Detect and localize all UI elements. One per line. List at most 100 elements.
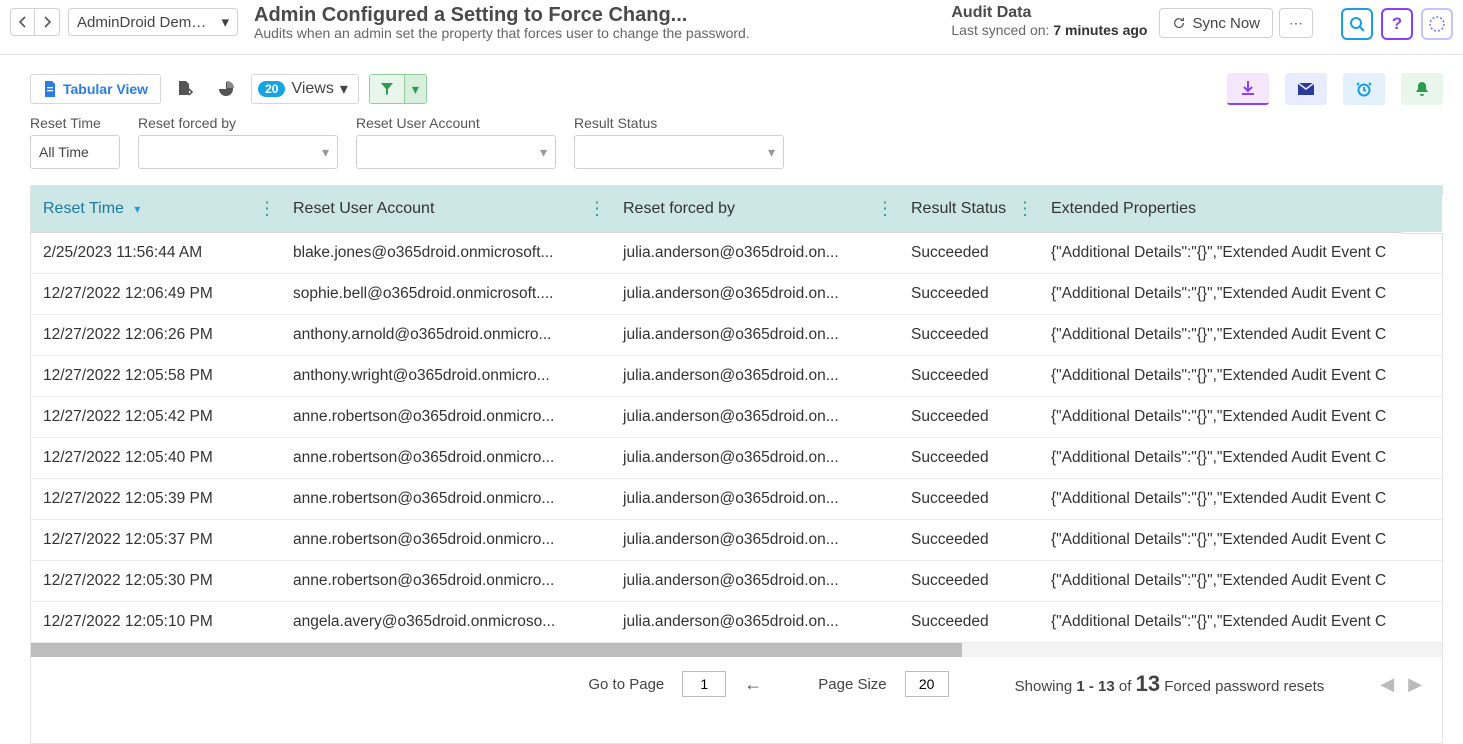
table-row[interactable]: 12/27/2022 12:06:26 PManthony.arnold@o36…: [31, 315, 1442, 356]
table-row[interactable]: 12/27/2022 12:05:10 PMangela.avery@o365d…: [31, 602, 1442, 643]
cell-ext: {"Additional Details":"{}","Extended Aud…: [1039, 438, 1442, 479]
table-row[interactable]: 12/27/2022 12:05:40 PManne.robertson@o36…: [31, 438, 1442, 479]
toolbar: Tabular View 20 Views ▾ ▾: [30, 73, 1443, 105]
page-title-block: Admin Configured a Setting to Force Chan…: [254, 4, 931, 41]
col-menu-button[interactable]: ⋮: [588, 199, 605, 220]
pager-arrows: ◀ ▶: [1380, 674, 1422, 695]
more-actions-button[interactable]: ⋯: [1279, 8, 1313, 38]
mail-icon: [1297, 82, 1315, 96]
col-header-reset-user[interactable]: Reset User Account ⋮: [281, 186, 611, 233]
cell-time: 12/27/2022 12:05:30 PM: [31, 561, 281, 602]
filter-user-account-dropdown[interactable]: ▾: [356, 135, 556, 169]
cell-time: 2/25/2023 11:56:44 AM: [31, 233, 281, 274]
pagesize-input[interactable]: [905, 671, 949, 697]
showing-suffix: Forced password resets: [1160, 678, 1324, 695]
scrollbar-thumb[interactable]: [31, 643, 962, 657]
filter-button[interactable]: [370, 75, 404, 103]
prev-page-button[interactable]: ◀: [1380, 674, 1394, 695]
views-label: Views: [291, 80, 333, 98]
filter-forced-by: Reset forced by ▾: [138, 115, 338, 169]
views-count-badge: 20: [258, 81, 285, 97]
filters-row: Reset Time All Time Reset forced by ▾ Re…: [30, 115, 1443, 169]
caret-down-icon: ▾: [412, 81, 419, 98]
chevron-right-icon: [42, 16, 52, 28]
table-row[interactable]: 12/27/2022 12:05:37 PManne.robertson@o36…: [31, 520, 1442, 561]
col-menu-button[interactable]: ⋮: [876, 199, 893, 220]
header-help-button[interactable]: ?: [1381, 8, 1413, 40]
goto-page-label: Go to Page: [588, 676, 664, 693]
sort-desc-icon: ▾: [134, 202, 140, 216]
header-search-button[interactable]: [1341, 8, 1373, 40]
cell-by: julia.anderson@o365droid.on...: [611, 356, 899, 397]
table-header-row: Reset Time ▾ ⋮ Reset User Account ⋮ Rese…: [31, 186, 1442, 233]
tabular-view-button[interactable]: Tabular View: [30, 74, 161, 104]
export-icon: [177, 81, 195, 97]
cell-by: julia.anderson@o365droid.on...: [611, 520, 899, 561]
cell-time: 12/27/2022 12:05:37 PM: [31, 520, 281, 561]
table-row[interactable]: 12/27/2022 12:05:58 PManthony.wright@o36…: [31, 356, 1442, 397]
export-button[interactable]: [171, 74, 201, 104]
audit-data-block: Audit Data Last synced on: 7 minutes ago: [951, 4, 1147, 38]
table-row[interactable]: 12/27/2022 12:05:39 PManne.robertson@o36…: [31, 479, 1442, 520]
col-header-forced-by[interactable]: Reset forced by ⋮: [611, 186, 899, 233]
chart-view-button[interactable]: [211, 74, 241, 104]
showing-total: 13: [1136, 671, 1160, 696]
cell-time: 12/27/2022 12:05:40 PM: [31, 438, 281, 479]
table-row[interactable]: 2/25/2023 11:56:44 AMblake.jones@o365dro…: [31, 233, 1442, 274]
header-ai-button[interactable]: [1421, 8, 1453, 40]
page-title: Admin Configured a Setting to Force Chan…: [254, 4, 931, 27]
next-page-button[interactable]: ▶: [1408, 674, 1422, 695]
bell-icon: [1415, 81, 1429, 97]
alert-button[interactable]: [1401, 73, 1443, 105]
col-header-extended[interactable]: Extended Properties: [1039, 186, 1442, 233]
cell-status: Succeeded: [899, 274, 1039, 315]
showing-text: Showing 1 - 13 of 13 Forced password res…: [1015, 671, 1325, 697]
cell-status: Succeeded: [899, 602, 1039, 643]
filter-reset-time-label: Reset Time: [30, 115, 120, 131]
col-header-result-status[interactable]: Result Status ⋮: [899, 186, 1039, 233]
goto-page-submit[interactable]: ←: [744, 674, 762, 695]
col-header-result-status-label: Result Status: [911, 200, 1006, 217]
caret-down-icon: ▾: [221, 13, 229, 31]
filter-dropdown-button[interactable]: ▾: [404, 75, 426, 103]
showing-range: 1 - 13: [1076, 678, 1114, 695]
filter-forced-by-dropdown[interactable]: ▾: [138, 135, 338, 169]
cell-status: Succeeded: [899, 479, 1039, 520]
caret-down-icon: ▾: [540, 144, 547, 161]
download-button[interactable]: [1227, 73, 1269, 105]
table-footer: Go to Page ← Page Size Showing 1 - 13 of…: [31, 657, 1442, 707]
nav-back-button[interactable]: [11, 9, 35, 35]
audit-data-title: Audit Data: [951, 4, 1147, 22]
cell-status: Succeeded: [899, 233, 1039, 274]
cell-ext: {"Additional Details":"{}","Extended Aud…: [1039, 356, 1442, 397]
cell-by: julia.anderson@o365droid.on...: [611, 602, 899, 643]
col-menu-button[interactable]: ⋮: [258, 199, 275, 220]
table-row[interactable]: 12/27/2022 12:06:49 PMsophie.bell@o365dr…: [31, 274, 1442, 315]
pagesize-label: Page Size: [818, 676, 886, 693]
nav-forward-button[interactable]: [35, 9, 59, 35]
sync-now-button[interactable]: Sync Now: [1159, 8, 1273, 38]
table-body: 2/25/2023 11:56:44 AMblake.jones@o365dro…: [31, 233, 1442, 643]
horizontal-scrollbar[interactable]: [31, 643, 1442, 657]
filter-user-account: Reset User Account ▾: [356, 115, 556, 169]
table-row[interactable]: 12/27/2022 12:05:30 PManne.robertson@o36…: [31, 561, 1442, 602]
table-row[interactable]: 12/27/2022 12:05:42 PManne.robertson@o36…: [31, 397, 1442, 438]
tenant-dropdown[interactable]: AdminDroid Dem… ▾: [68, 8, 238, 36]
schedule-button[interactable]: [1343, 73, 1385, 105]
download-icon: [1240, 80, 1256, 96]
document-icon: [43, 81, 57, 97]
email-button[interactable]: [1285, 73, 1327, 105]
views-dropdown[interactable]: 20 Views ▾: [251, 74, 359, 104]
goto-page-input[interactable]: [682, 671, 726, 697]
cell-time: 12/27/2022 12:05:39 PM: [31, 479, 281, 520]
col-header-reset-time[interactable]: Reset Time ▾ ⋮: [31, 186, 281, 233]
page-subtitle: Audits when an admin set the property th…: [254, 25, 931, 41]
cell-by: julia.anderson@o365droid.on...: [611, 315, 899, 356]
filter-reset-time-dropdown[interactable]: All Time: [30, 135, 120, 169]
filter-result-status-dropdown[interactable]: ▾: [574, 135, 784, 169]
cell-user: anthony.wright@o365droid.onmicro...: [281, 356, 611, 397]
cell-user: anne.robertson@o365droid.onmicro...: [281, 561, 611, 602]
col-menu-button[interactable]: ⋮: [1016, 199, 1033, 220]
audit-sync-line: Last synced on: 7 minutes ago: [951, 22, 1147, 38]
cell-ext: {"Additional Details":"{}","Extended Aud…: [1039, 479, 1442, 520]
